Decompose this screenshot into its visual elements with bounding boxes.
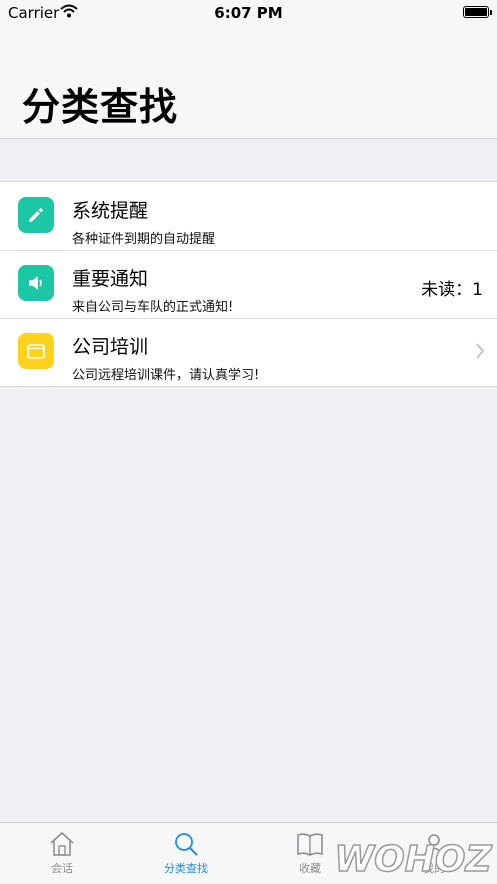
tab-label: 会话	[51, 862, 73, 875]
status-bar: Carrier 6:07 PM	[0, 0, 497, 26]
folder-icon	[18, 333, 54, 369]
row-title: 重要通知	[72, 268, 149, 290]
page-title: 分类查找	[22, 85, 179, 129]
list-item-company-training[interactable]: 公司培训 公司远程培训课件，请认真学习!	[0, 318, 497, 386]
home-icon	[50, 831, 74, 856]
book-icon	[297, 833, 323, 856]
row-title: 公司培训	[72, 336, 149, 358]
row-subtitle: 公司远程培训课件，请认真学习!	[72, 368, 260, 383]
tab-label: 收藏	[299, 862, 321, 875]
category-list: 系统提醒 各种证件到期的自动提醒 重要通知 来自公司与车队的正式通知! 未读：1…	[0, 181, 497, 387]
navigation-header: 分类查找	[0, 26, 497, 139]
chevron-right-icon	[476, 343, 485, 359]
tab-label: 分类查找	[164, 862, 208, 875]
search-icon	[175, 833, 198, 856]
tab-conversations[interactable]: 会话	[0, 823, 124, 884]
pencil-icon	[18, 197, 54, 233]
speaker-icon	[18, 265, 54, 301]
clock: 6:07 PM	[214, 4, 283, 22]
watermark-logo: WOHOZ	[334, 838, 493, 881]
row-subtitle: 来自公司与车队的正式通知!	[72, 300, 234, 315]
tab-category-search[interactable]: 分类查找	[124, 823, 248, 884]
svg-text:WOHOZ: WOHOZ	[334, 839, 492, 880]
row-subtitle: 各种证件到期的自动提醒	[72, 232, 216, 247]
unread-count: 未读：1	[421, 280, 483, 300]
row-title: 系统提醒	[72, 200, 149, 222]
battery-icon	[463, 6, 492, 18]
list-item-system-reminder[interactable]: 系统提醒 各种证件到期的自动提醒	[0, 182, 497, 250]
tab-bar: 会话 分类查找 收藏 我的 WOHOZ	[0, 822, 497, 883]
list-item-important-notice[interactable]: 重要通知 来自公司与车队的正式通知! 未读：1	[0, 250, 497, 318]
